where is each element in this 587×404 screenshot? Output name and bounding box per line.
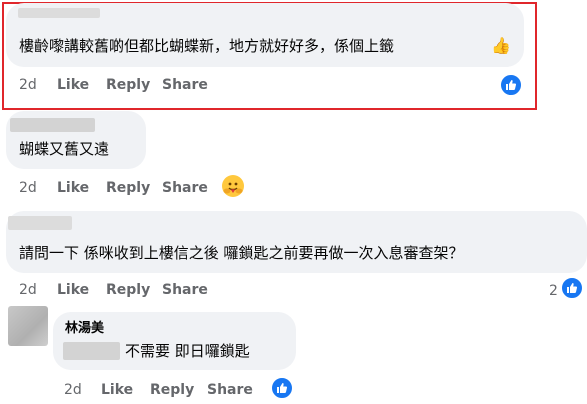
thumbs-up-icon: 👍: [491, 36, 511, 55]
reply-button[interactable]: Reply: [150, 381, 194, 399]
comment-text: 不需要 即日囉鎖匙: [125, 342, 250, 360]
hugging-face-icon: [222, 175, 244, 197]
comment-time[interactable]: 2d: [64, 381, 82, 399]
comment-text: 蝴蝶又舊又遠: [19, 140, 110, 158]
share-button[interactable]: Share: [162, 76, 208, 94]
share-button[interactable]: Share: [162, 281, 208, 299]
comment-bubble: [6, 211, 587, 273]
like-button[interactable]: Like: [101, 381, 133, 399]
comment-text: 樓齡嚟講較舊啲但都比蝴蝶新，地方就好好多，係個上籤: [19, 37, 395, 55]
comment-author[interactable]: 林湯美: [65, 321, 104, 337]
avatar[interactable]: [8, 306, 48, 346]
share-button[interactable]: Share: [207, 381, 253, 399]
like-button[interactable]: Like: [57, 281, 89, 299]
like-reaction-icon[interactable]: [270, 376, 294, 400]
share-button[interactable]: Share: [162, 179, 208, 197]
comment-time[interactable]: 2d: [19, 179, 37, 197]
like-button[interactable]: Like: [57, 179, 89, 197]
reply-button[interactable]: Reply: [106, 76, 150, 94]
reaction-count[interactable]: 2: [549, 282, 558, 300]
redacted-author-name: [18, 8, 100, 18]
comment-text: 請問一下 係咪收到上樓信之後 囉鎖匙之前要再做一次入息審查架？: [19, 244, 464, 262]
comment-time[interactable]: 2d: [19, 76, 37, 94]
like-reaction-icon[interactable]: [499, 73, 523, 97]
redacted-mention: [63, 342, 120, 360]
comment-time[interactable]: 2d: [19, 281, 37, 299]
like-button[interactable]: Like: [57, 76, 89, 94]
like-reaction-icon[interactable]: [560, 276, 584, 300]
redacted-author-name: [10, 118, 95, 132]
reply-button[interactable]: Reply: [106, 179, 150, 197]
redacted-author-name: [8, 216, 72, 230]
reply-button[interactable]: Reply: [106, 281, 150, 299]
